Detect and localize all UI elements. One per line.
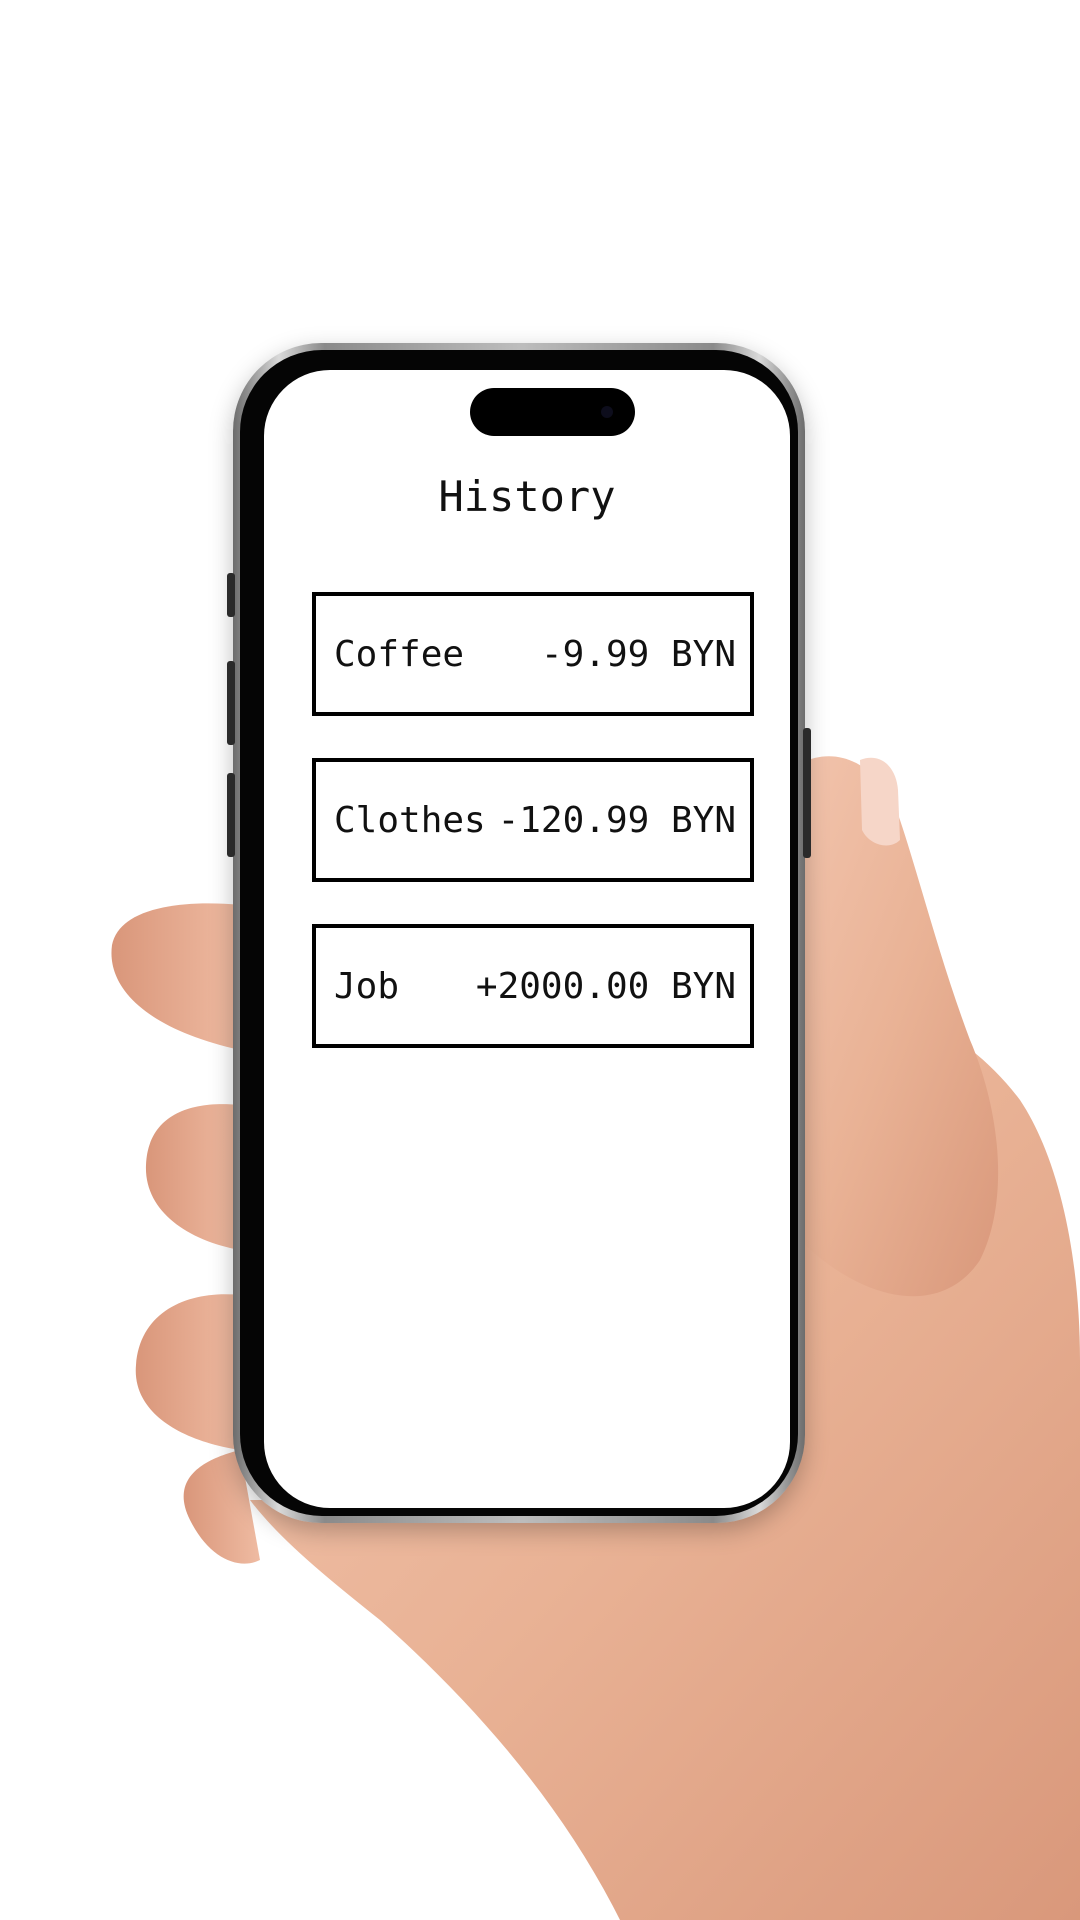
phone-screen: History Coffee -9.99 BYN Clothes -120.99…	[264, 370, 790, 1508]
mockup-stage: History Coffee -9.99 BYN Clothes -120.99…	[0, 0, 1080, 1920]
transaction-amount: -9.99 BYN	[540, 633, 736, 675]
transaction-item-coffee[interactable]: Coffee -9.99 BYN	[312, 592, 754, 716]
camera-icon	[601, 406, 613, 418]
action-button	[227, 573, 235, 617]
transaction-name: Clothes	[334, 799, 486, 841]
transaction-name: Coffee	[334, 633, 465, 675]
transaction-amount: +2000.00 BYN	[475, 965, 736, 1007]
transaction-list: Coffee -9.99 BYN Clothes -120.99 BYN Job…	[312, 592, 754, 1090]
transaction-name: Job	[334, 965, 400, 1007]
transaction-amount: -120.99 BYN	[497, 799, 736, 841]
dynamic-island	[470, 388, 635, 436]
volume-down-button	[227, 773, 235, 857]
transaction-item-job[interactable]: Job +2000.00 BYN	[312, 924, 754, 1048]
phone-bezel: History Coffee -9.99 BYN Clothes -120.99…	[240, 350, 798, 1516]
phone-device: History Coffee -9.99 BYN Clothes -120.99…	[227, 343, 811, 1523]
page-title: History	[438, 472, 616, 521]
power-button	[803, 728, 811, 858]
volume-up-button	[227, 661, 235, 745]
transaction-item-clothes[interactable]: Clothes -120.99 BYN	[312, 758, 754, 882]
